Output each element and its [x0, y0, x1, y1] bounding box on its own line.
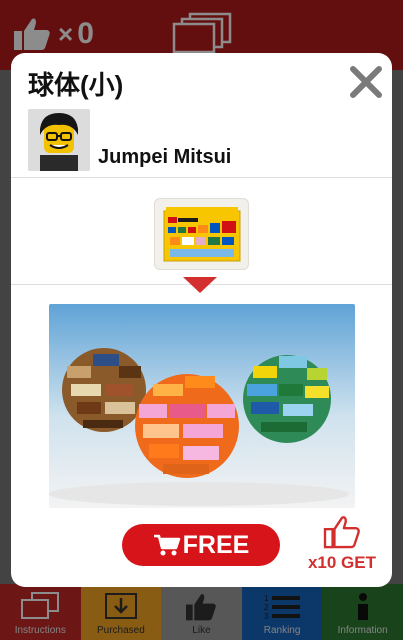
author-avatar [28, 109, 90, 171]
cart-icon [153, 534, 180, 556]
lego-kit-thumbnail[interactable] [154, 198, 249, 270]
author-name: Jumpei Mitsui [98, 146, 232, 168]
detail-dialog: 球体(小) Jumpei Mitsui FREE x10 GET [11, 53, 392, 587]
author-row[interactable]: Jumpei Mitsui [28, 109, 231, 171]
get-label: x10 GET [307, 553, 377, 572]
thumbs-up-outline-icon [323, 516, 360, 549]
model-photo[interactable] [49, 304, 355, 508]
arrow-down-icon [183, 277, 217, 293]
minifigure-avatar-icon [28, 109, 90, 171]
free-label: FREE [182, 530, 250, 559]
lego-spheres-image [49, 304, 355, 508]
free-download-button[interactable]: FREE [122, 524, 280, 566]
model-title: 球体(小) [28, 70, 124, 100]
close-icon[interactable] [347, 63, 385, 101]
lego-classic-box-image [163, 207, 240, 262]
divider [11, 177, 392, 178]
like-get-button[interactable]: x10 GET [301, 515, 383, 573]
